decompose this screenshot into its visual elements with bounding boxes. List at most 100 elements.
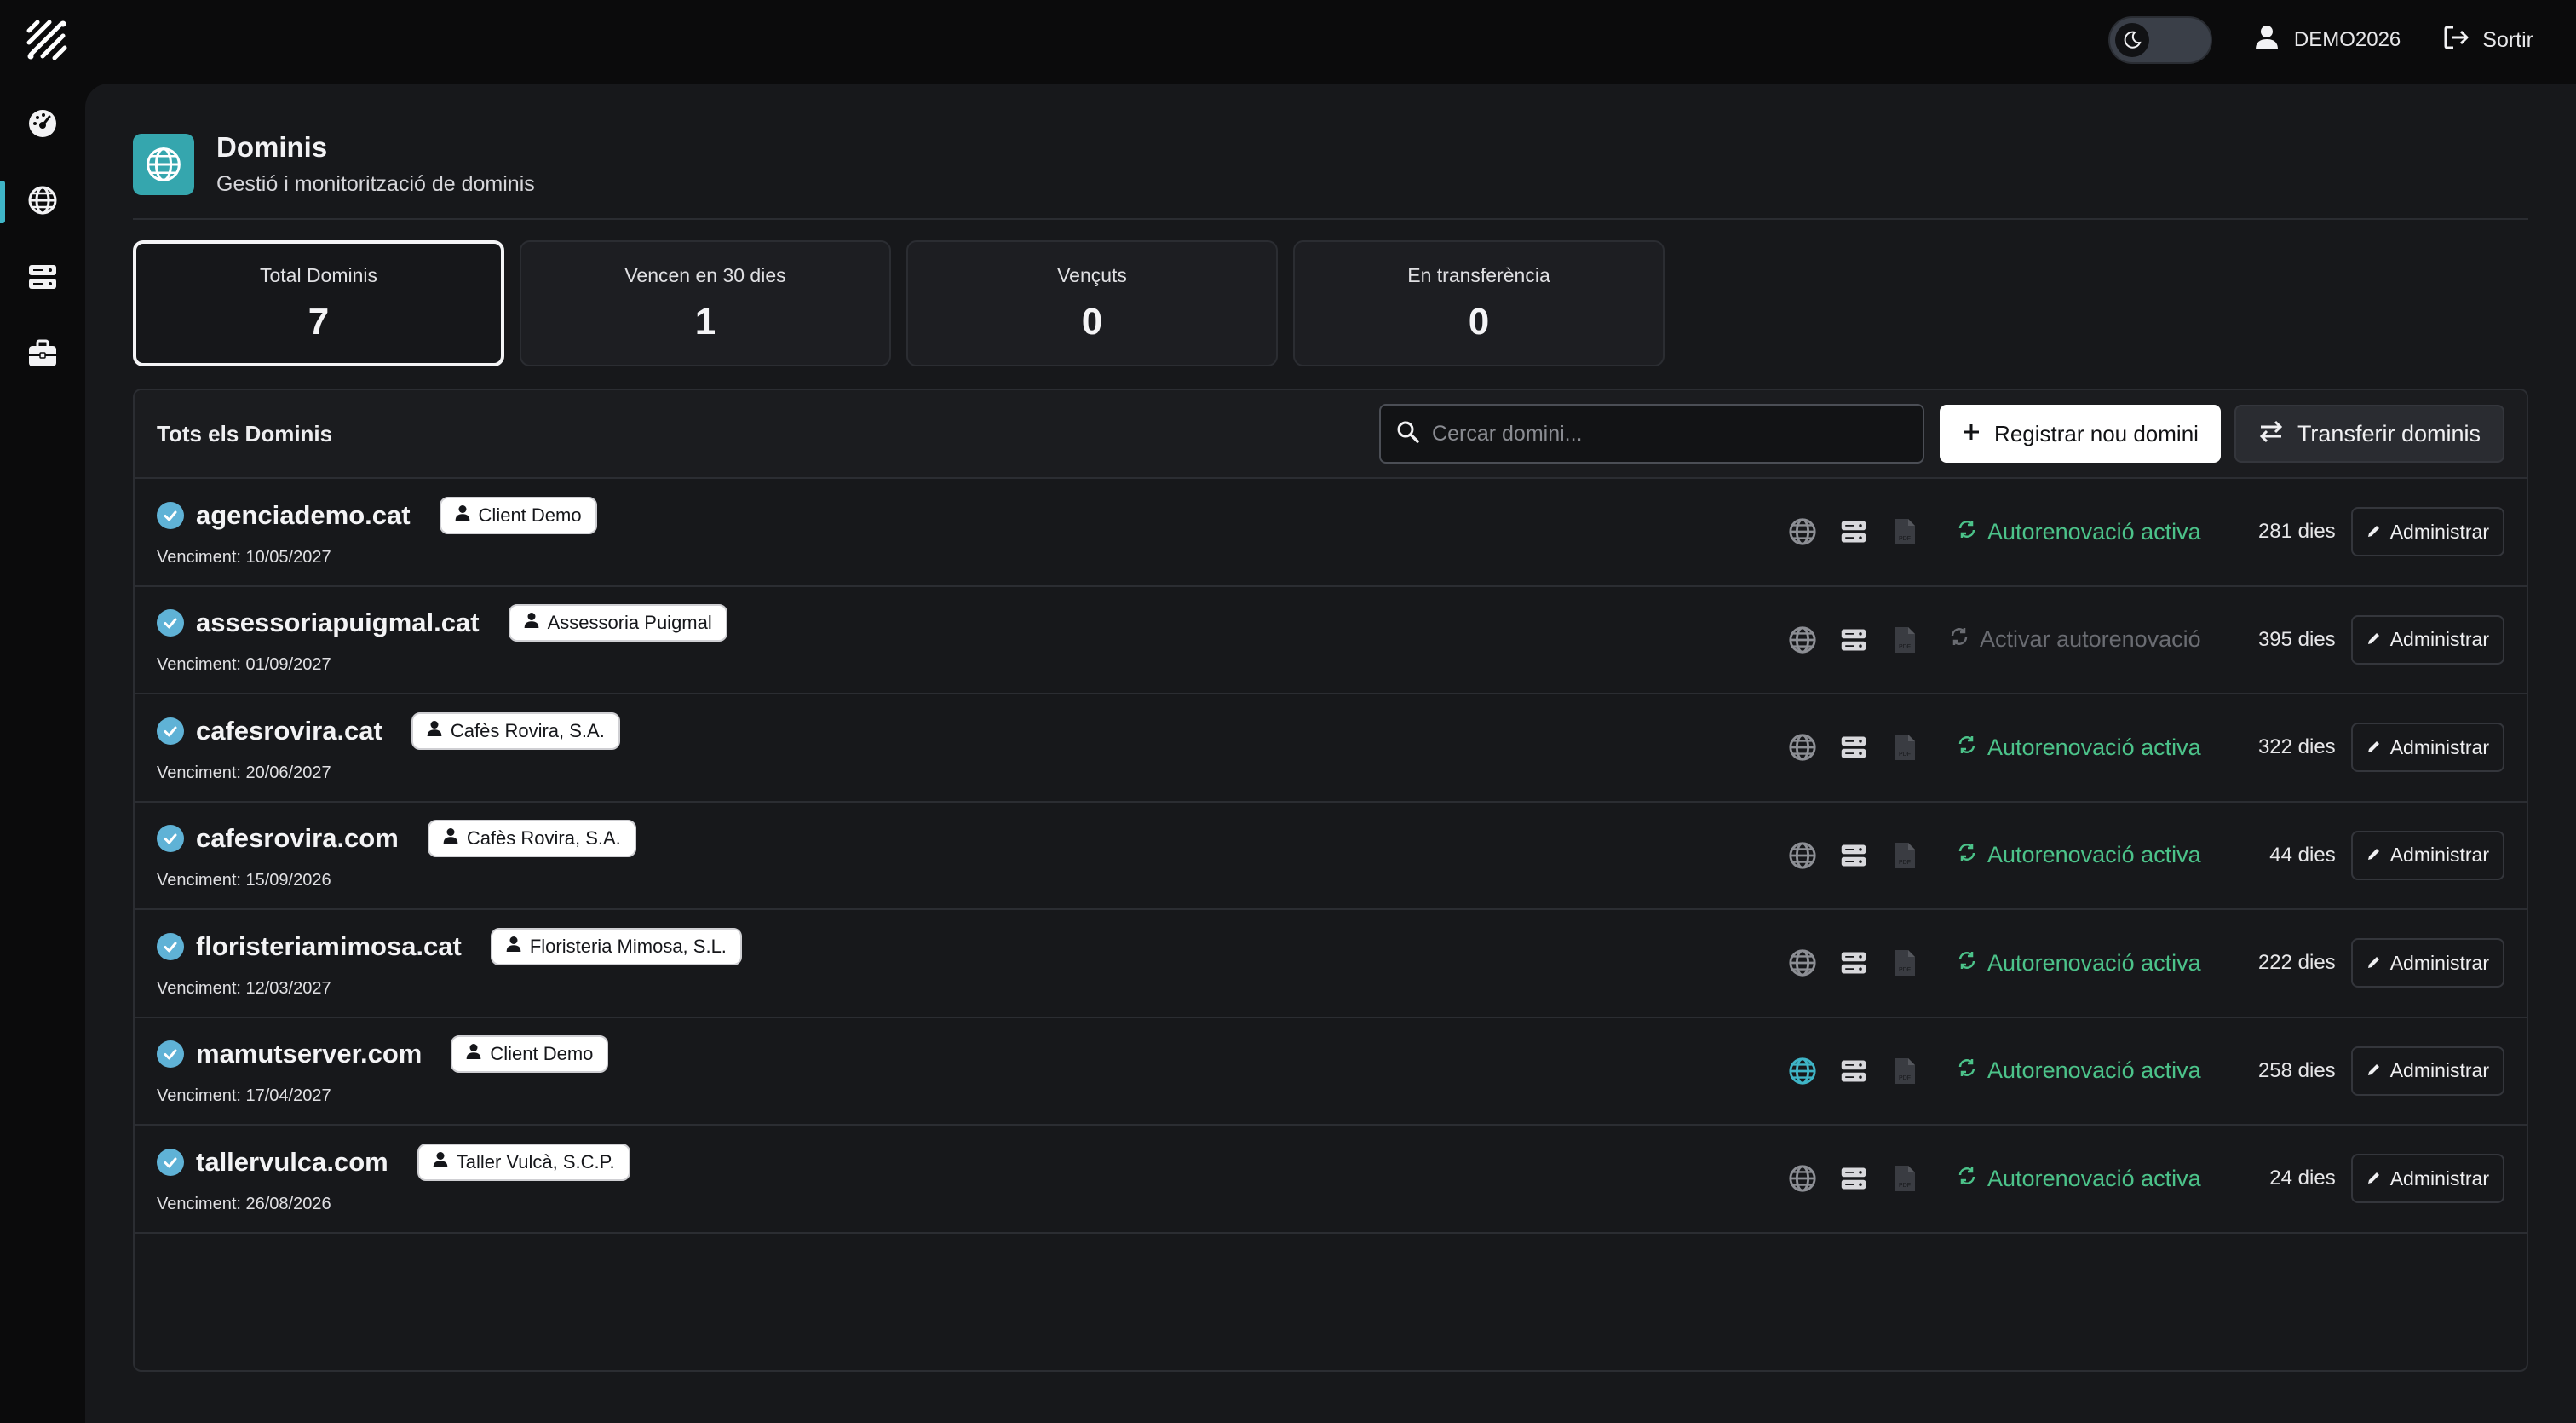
user-menu[interactable]: DEMO2026 [2255, 25, 2401, 56]
pencil-icon [2366, 521, 2382, 544]
domain-row: agenciademo.cat Client Demo Venciment: 1… [135, 479, 2527, 587]
pencil-icon [2366, 1059, 2382, 1082]
user-icon [2255, 25, 2279, 56]
dashboard-gauge-icon [27, 108, 58, 143]
manage-button[interactable]: Administrar [2350, 614, 2504, 665]
pdf-file-icon[interactable]: PDF [1879, 1157, 1930, 1200]
logout-button[interactable]: Sortir [2443, 25, 2533, 56]
pdf-file-icon[interactable]: PDF [1879, 834, 1930, 877]
domain-name[interactable]: floristeriamimosa.cat [196, 931, 462, 962]
autorenew-toggle[interactable]: Autorenovació activa [1946, 842, 2201, 868]
domain-row: floristeriamimosa.cat Floristeria Mimosa… [135, 910, 2527, 1018]
hosting-server-icon[interactable] [1828, 834, 1879, 877]
stat-expired[interactable]: Vençuts 0 [906, 240, 1278, 366]
user-icon [433, 1151, 448, 1173]
days-remaining: 395 dies [2257, 627, 2336, 651]
domain-row: cafesrovira.cat Cafès Rovira, S.A. Venci… [135, 694, 2527, 803]
manage-button[interactable]: Administrar [2350, 723, 2504, 773]
pencil-icon [2366, 952, 2382, 975]
transfer-arrows-icon [2258, 419, 2284, 449]
app-logo-icon[interactable] [24, 17, 70, 63]
manage-button[interactable]: Administrar [2350, 1154, 2504, 1204]
client-badge[interactable]: Assessoria Puigmal [508, 604, 727, 642]
domain-name[interactable]: cafesrovira.cat [196, 716, 382, 746]
autorenew-toggle[interactable]: Autorenovació activa [1946, 950, 2201, 977]
domain-name[interactable]: cafesrovira.com [196, 823, 399, 854]
autorenew-toggle[interactable]: Autorenovació activa [1946, 519, 2201, 545]
autorenew-toggle[interactable]: Autorenovació activa [1946, 1057, 2201, 1084]
stat-label: Vençuts [1057, 263, 1127, 286]
dns-globe-icon[interactable] [1777, 1050, 1828, 1092]
stats-row: Total Dominis 7 Vencen en 30 dies 1 Venç… [133, 240, 1665, 366]
client-badge[interactable]: Floristeria Mimosa, S.L. [490, 927, 742, 965]
stat-expiring-30-days[interactable]: Vencen en 30 dies 1 [520, 240, 891, 366]
svg-text:PDF: PDF [1899, 752, 1911, 758]
domain-name[interactable]: assessoriapuigmal.cat [196, 608, 480, 638]
refresh-icon [1957, 842, 1977, 868]
hosting-server-icon[interactable] [1828, 726, 1879, 769]
refresh-icon [1957, 950, 1977, 977]
search-icon [1396, 420, 1420, 448]
autorenew-toggle[interactable]: Autorenovació activa [1946, 1166, 2201, 1192]
nav-dashboard[interactable] [0, 95, 85, 155]
dns-globe-icon[interactable] [1777, 619, 1828, 661]
hosting-server-icon[interactable] [1828, 942, 1879, 984]
dns-globe-icon[interactable] [1777, 726, 1828, 769]
client-name: Cafès Rovira, S.A. [450, 719, 605, 741]
autorenew-label: Autorenovació activa [1987, 1165, 2201, 1191]
manage-label: Administrar [2389, 520, 2489, 543]
logout-icon [2443, 25, 2470, 56]
pdf-file-icon[interactable]: PDF [1879, 942, 1930, 984]
hosting-server-icon[interactable] [1828, 1050, 1879, 1092]
nav-domains[interactable] [0, 172, 85, 232]
domain-name[interactable]: mamutserver.com [196, 1039, 422, 1069]
dns-globe-icon[interactable] [1777, 942, 1828, 984]
stat-total-domains[interactable]: Total Dominis 7 [133, 240, 504, 366]
domain-row: assessoriapuigmal.cat Assessoria Puigmal… [135, 587, 2527, 694]
dns-globe-icon[interactable] [1777, 1157, 1828, 1200]
dns-globe-icon[interactable] [1777, 510, 1828, 553]
register-domain-button[interactable]: Registrar nou domini [1940, 405, 2221, 463]
client-badge[interactable]: Taller Vulcà, S.C.P. [417, 1143, 630, 1181]
pdf-file-icon[interactable]: PDF [1879, 619, 1930, 661]
manage-button[interactable]: Administrar [2350, 1046, 2504, 1096]
svg-text:PDF: PDF [1899, 860, 1911, 866]
verified-check-icon [157, 609, 184, 637]
transfer-domains-button[interactable]: Transferir dominis [2234, 405, 2504, 463]
server-icon [27, 262, 58, 297]
expiry-date: Venciment: 01/09/2027 [157, 655, 331, 675]
client-badge[interactable]: Cafès Rovira, S.A. [427, 820, 636, 858]
page-header: Dominis Gestió i monitorització de domin… [133, 131, 535, 197]
stat-label: Total Dominis [259, 263, 378, 286]
autorenew-toggle[interactable]: Autorenovació activa [1946, 735, 2201, 761]
client-badge[interactable]: Client Demo [451, 1035, 609, 1074]
manage-button[interactable]: Administrar [2350, 938, 2504, 988]
stat-value: 1 [694, 300, 716, 343]
hosting-server-icon[interactable] [1828, 1157, 1879, 1200]
nav-servers[interactable] [0, 249, 85, 308]
autorenew-toggle[interactable]: Activar autorenovació [1946, 626, 2201, 653]
dns-globe-icon[interactable] [1777, 834, 1828, 877]
pdf-file-icon[interactable]: PDF [1879, 1050, 1930, 1092]
stat-in-transfer[interactable]: En transferència 0 [1293, 240, 1665, 366]
hosting-server-icon[interactable] [1828, 510, 1879, 553]
manage-button[interactable]: Administrar [2350, 507, 2504, 557]
refresh-icon [1957, 519, 1977, 545]
client-badge[interactable]: Cafès Rovira, S.A. [411, 712, 620, 750]
domain-name[interactable]: agenciademo.cat [196, 500, 411, 531]
nav-services[interactable] [0, 326, 85, 385]
user-icon [427, 720, 442, 742]
domain-name[interactable]: tallervulca.com [196, 1147, 388, 1178]
domain-row: cafesrovira.com Cafès Rovira, S.A. Venci… [135, 803, 2527, 910]
autorenew-label: Autorenovació activa [1987, 1057, 2201, 1084]
manage-label: Administrar [2389, 1167, 2489, 1190]
hosting-server-icon[interactable] [1828, 619, 1879, 661]
search-input[interactable] [1432, 421, 1908, 446]
theme-toggle[interactable] [2107, 16, 2212, 64]
pdf-file-icon[interactable]: PDF [1879, 510, 1930, 553]
manage-button[interactable]: Administrar [2350, 830, 2504, 880]
pdf-file-icon[interactable]: PDF [1879, 726, 1930, 769]
pencil-icon [2366, 1167, 2382, 1190]
svg-text:PDF: PDF [1899, 1183, 1911, 1189]
client-badge[interactable]: Client Demo [439, 496, 597, 534]
